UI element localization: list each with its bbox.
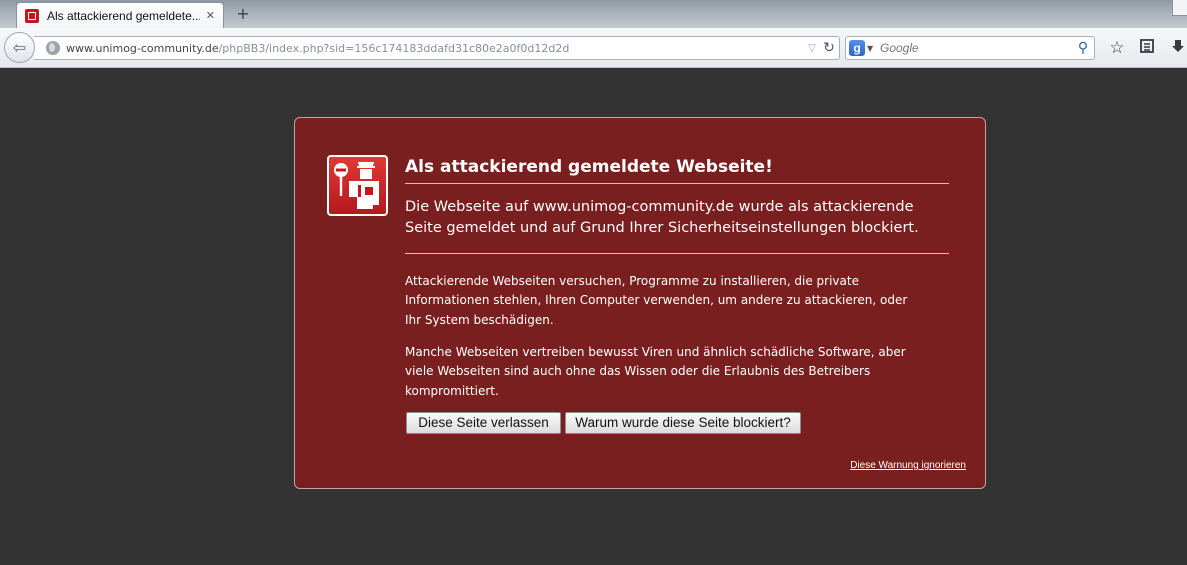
active-tab[interactable]: Als attackierend gemeldete... ✕ — [16, 2, 224, 28]
star-icon[interactable]: ☆ — [1106, 38, 1128, 58]
navigation-bar: www.unimog-community.de/phpBB3/index.php… — [0, 28, 1187, 68]
attack-warning-box: Als attackierend gemeldete Webseite! Die… — [294, 117, 986, 489]
back-button[interactable]: ⇦ — [4, 32, 35, 63]
tab-strip: Als attackierend gemeldete... ✕ + — [0, 0, 1187, 28]
url-bar[interactable]: www.unimog-community.de/phpBB3/index.php… — [34, 36, 840, 60]
tab-title: Als attackierend gemeldete... — [47, 8, 200, 23]
ignore-warning-link[interactable]: Diese Warnung ignorieren — [850, 460, 966, 471]
globe-icon[interactable] — [46, 41, 60, 55]
close-tab-icon[interactable]: ✕ — [206, 9, 215, 22]
google-icon: g — [849, 40, 865, 56]
warning-subtitle: Die Webseite auf www.unimog-community.de… — [405, 197, 949, 254]
leave-page-button[interactable]: Diese Seite verlassen — [406, 412, 561, 434]
new-tab-button[interactable]: + — [233, 4, 253, 24]
search-bar[interactable]: g ▼ Google ⚲ — [845, 36, 1095, 60]
download-arrow-icon[interactable] — [1168, 38, 1187, 58]
url-text[interactable]: www.unimog-community.de/phpBB3/index.php… — [66, 42, 805, 55]
magnifier-icon[interactable]: ⚲ — [1072, 40, 1094, 56]
warning-paragraph-2: Manche Webseiten vertreiben bewusst Vire… — [405, 345, 906, 398]
url-path: /phpBB3/index.php?sid=156c174183ddafd31c… — [218, 41, 570, 55]
police-officer-stop-icon — [327, 155, 388, 216]
engine-dropdown-icon: ▼ — [867, 43, 874, 53]
warning-favicon-icon — [25, 8, 39, 23]
warning-paragraph-1: Attackierende Webseiten versuchen, Progr… — [405, 274, 908, 327]
why-blocked-button[interactable]: Warum wurde diese Seite blockiert? — [565, 412, 801, 434]
dropdown-arrow-icon[interactable]: ▽ — [805, 43, 819, 54]
warning-title: Als attackierend gemeldete Webseite! — [405, 157, 949, 184]
page-content: Als attackierend gemeldete Webseite! Die… — [0, 69, 1187, 565]
search-input[interactable]: Google — [876, 41, 1072, 55]
bookmarks-list-icon[interactable] — [1136, 38, 1158, 58]
window-control-edge — [1172, 0, 1187, 16]
reload-icon[interactable]: ↻ — [819, 40, 839, 56]
url-host: www.unimog-community.de — [66, 41, 219, 55]
back-arrow-icon: ⇦ — [12, 38, 27, 57]
search-engine-selector[interactable]: g ▼ — [846, 40, 876, 56]
